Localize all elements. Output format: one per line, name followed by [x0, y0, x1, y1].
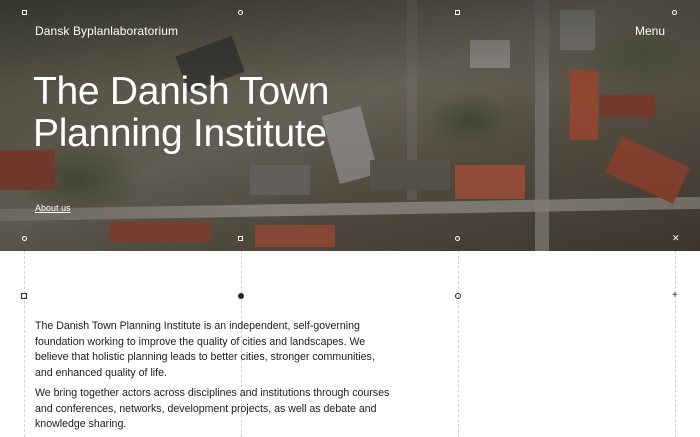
dot-marker-icon	[238, 293, 244, 299]
ring-marker-icon	[455, 236, 460, 241]
ring-marker-icon	[455, 293, 461, 299]
square-marker-icon	[22, 10, 27, 15]
menu-button[interactable]: Menu	[635, 24, 665, 38]
page-title: The Danish Town Planning Institute	[33, 70, 330, 155]
grid-line	[24, 251, 25, 437]
grid-line	[675, 251, 676, 437]
plus-marker-icon: +	[672, 290, 678, 301]
brand-logo-link[interactable]: Dansk Byplanlaboratorium	[35, 24, 178, 38]
intro-section: + The Danish Town Planning Institute is …	[0, 251, 700, 437]
ring-marker-icon	[22, 236, 27, 241]
hero-section: ✕ Dansk Byplanlaboratorium Menu The Dani…	[0, 0, 700, 251]
grid-line	[458, 251, 459, 437]
square-marker-icon	[238, 236, 243, 241]
intro-paragraph: We bring together actors across discipli…	[35, 387, 390, 430]
square-marker-icon	[21, 293, 27, 299]
about-us-link[interactable]: About us	[35, 203, 71, 213]
close-marker-icon: ✕	[672, 233, 680, 243]
ring-marker-icon	[238, 10, 243, 15]
square-marker-icon	[455, 10, 460, 15]
ring-marker-icon	[672, 10, 677, 15]
intro-paragraph: The Danish Town Planning Institute is an…	[35, 320, 375, 379]
